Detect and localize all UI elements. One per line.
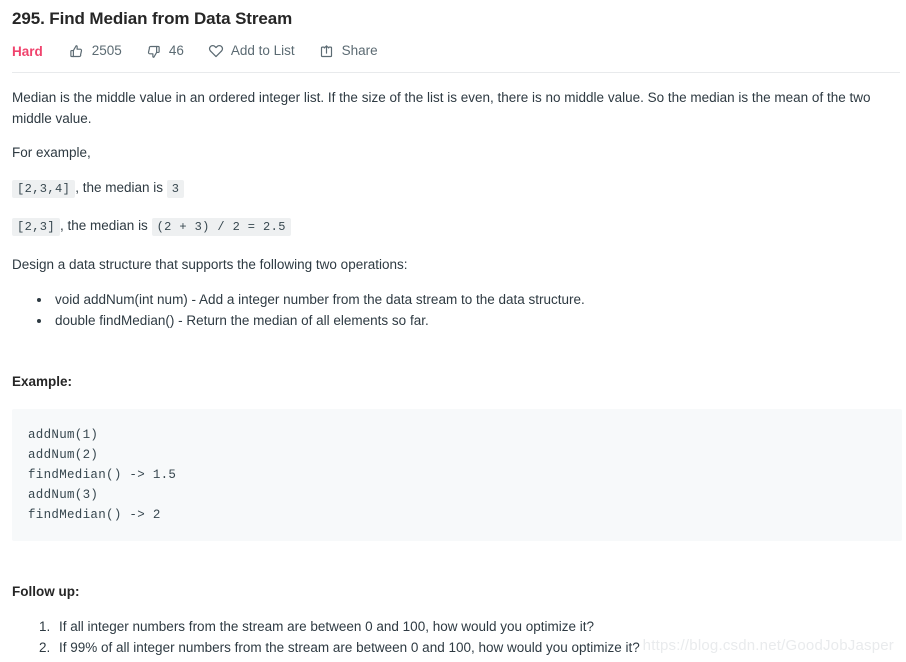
example-code-block: addNum(1) addNum(2) findMedian() -> 1.5 … <box>12 409 902 541</box>
for-example-label: For example, <box>12 145 91 160</box>
example-one-result-code: 3 <box>166 180 185 198</box>
example-two-input-code: [2,3] <box>12 218 61 236</box>
difficulty-badge: Hard <box>12 43 43 59</box>
dislike-button[interactable]: 46 <box>146 43 184 59</box>
problem-content: Median is the middle value in an ordered… <box>12 73 902 658</box>
problem-meta-row: Hard 2505 46 Add to List Share <box>12 41 894 61</box>
example-two-line: [2,3], the median is (2 + 3) / 2 = 2.5 <box>12 214 894 239</box>
design-paragraph: Design a data structure that supports th… <box>12 257 408 272</box>
example-two-text: , the median is <box>60 218 148 233</box>
add-to-list-button[interactable]: Add to List <box>208 43 295 59</box>
followup-heading: Follow up: <box>12 584 80 599</box>
example-one-input-code: [2,3,4] <box>12 180 76 198</box>
dislike-count: 46 <box>168 43 184 58</box>
list-item: If all integer numbers from the stream a… <box>54 616 894 637</box>
like-count: 2505 <box>91 43 122 58</box>
example-two-result-code: (2 + 3) / 2 = 2.5 <box>151 218 291 236</box>
share-icon <box>319 43 335 59</box>
like-button[interactable]: 2505 <box>69 43 122 59</box>
list-item: void addNum(int num) - Add a integer num… <box>52 289 894 310</box>
example-heading: Example: <box>12 374 73 389</box>
example-code-text: addNum(1) addNum(2) findMedian() -> 1.5 … <box>28 428 177 522</box>
example-one-text: , the median is <box>75 180 164 195</box>
thumbs-up-icon <box>69 43 85 59</box>
operations-list: void addNum(int num) - Add a integer num… <box>12 289 894 331</box>
thumbs-down-icon <box>146 43 162 59</box>
share-button[interactable]: Share <box>319 43 378 59</box>
intro-paragraph: Median is the middle value in an ordered… <box>12 90 871 126</box>
add-to-list-label: Add to List <box>230 43 295 58</box>
example-one-line: [2,3,4], the median is 3 <box>12 176 894 201</box>
problem-description-page: 295. Find Median from Data Stream Hard 2… <box>0 0 906 662</box>
watermark: https://blog.csdn.net/GoodJobJasper <box>642 637 894 654</box>
list-item: double findMedian() - Return the median … <box>52 310 894 331</box>
page-title: 295. Find Median from Data Stream <box>12 9 293 28</box>
share-label: Share <box>341 43 378 58</box>
heart-icon <box>208 43 224 59</box>
